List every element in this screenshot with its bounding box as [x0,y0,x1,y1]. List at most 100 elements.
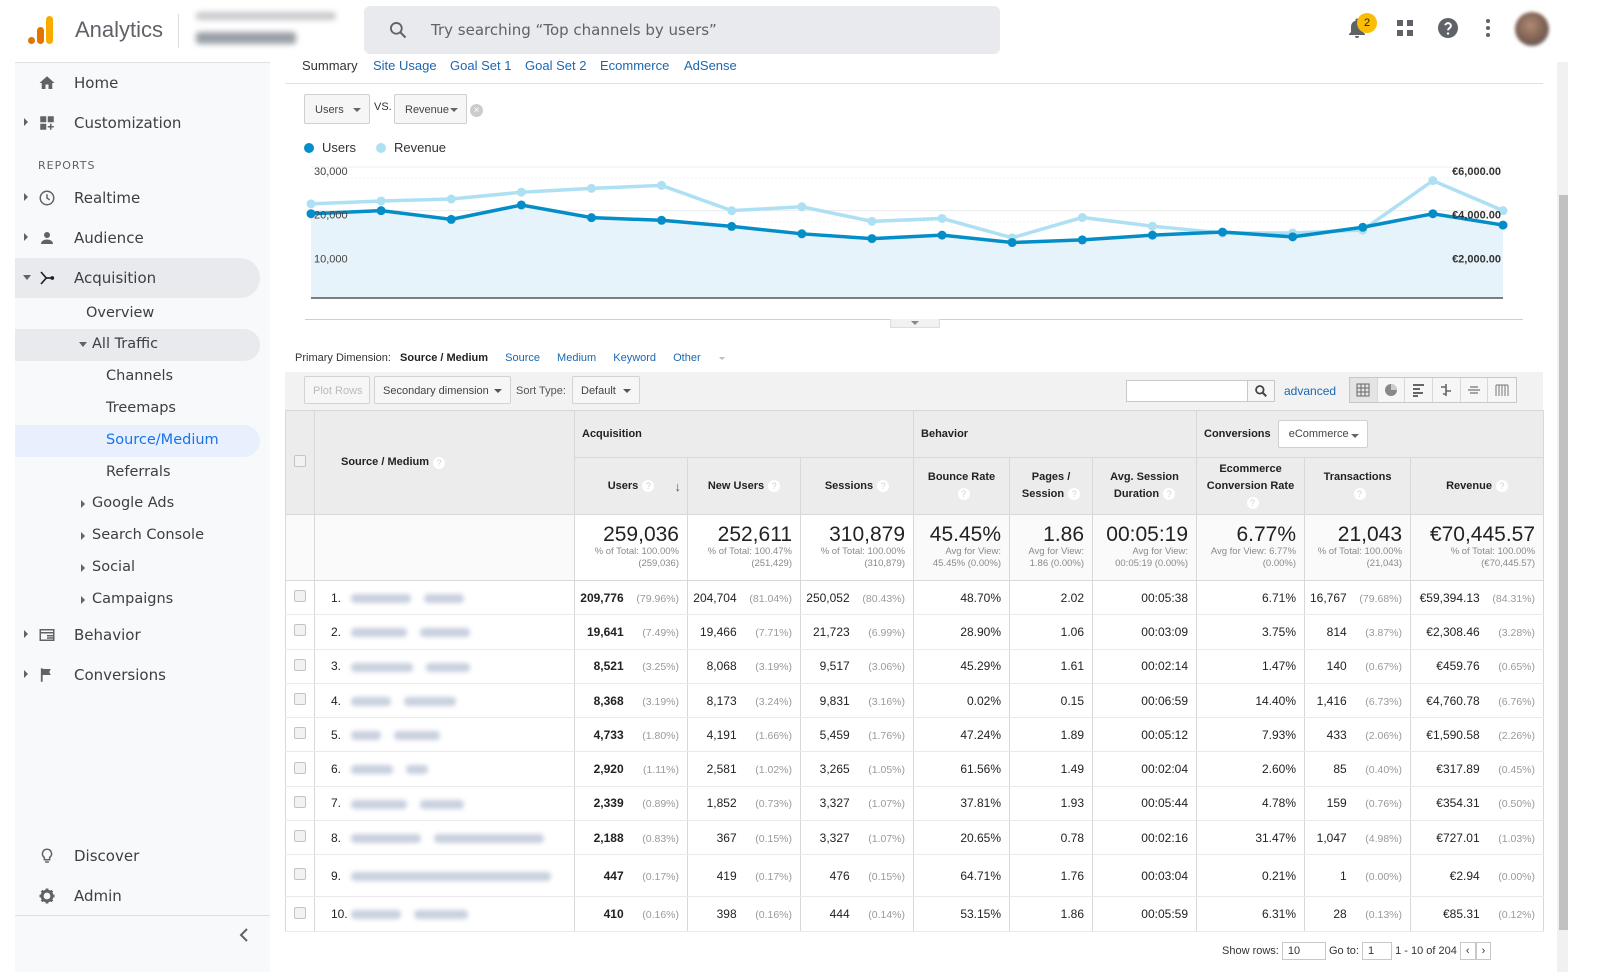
performance-view-button[interactable] [1405,378,1434,402]
column-header-users[interactable]: Users? ↓ [574,457,688,515]
help-icon[interactable]: ? [642,479,655,492]
tab-site-usage[interactable]: Site Usage [373,58,437,73]
sidebar-item-customization[interactable]: Customization [15,103,260,143]
row-checkbox[interactable] [294,658,306,671]
table-row[interactable]: 5. 4,733 (1.80%) 4,191 (1.66%) 5,459 (1.76… [285,717,1545,753]
row-checkbox[interactable] [294,727,306,740]
primary-metric-dropdown[interactable]: Users [304,94,370,124]
row-checkbox[interactable] [294,868,306,881]
help-icon[interactable]: ? [1353,488,1366,501]
sort-descending-icon[interactable]: ↓ [675,478,682,495]
apps-grid-icon[interactable] [1393,16,1417,40]
table-row[interactable]: 8. 2,188 (0.83%) 367 (0.15%) 3,327 (1.07%)… [285,820,1545,856]
remove-comparison-icon[interactable]: × [470,104,483,117]
chart-resize-handle[interactable] [890,319,940,328]
sidebar-item-discover[interactable]: Discover [15,836,260,876]
table-row[interactable]: 4. 8,368 (3.19%) 8,173 (3.24%) 9,831 (3.16… [285,683,1545,719]
help-icon[interactable]: ? [877,479,890,492]
tab-summary[interactable]: Summary [302,58,358,73]
user-avatar[interactable] [1515,12,1549,46]
table-row[interactable]: 1. 209,776 (79.96%) 204,704 (81.04%) 250,0… [285,580,1545,616]
column-header-new-users[interactable]: New Users? [687,457,801,515]
pie-view-button[interactable] [1378,378,1406,402]
help-icon[interactable]: ? [1495,479,1508,492]
sidebar-item-search-console[interactable]: Search Console [15,520,260,552]
column-header-ecommerce-conversion-rate[interactable]: Ecommerce Conversion Rate? [1196,457,1306,515]
term-cloud-view-button[interactable] [1461,378,1489,402]
prev-page-button[interactable]: ‹ [1459,942,1476,960]
search-bar[interactable]: Try searching “Top channels by users” [364,6,1000,54]
row-checkbox[interactable] [294,693,306,706]
sidebar-item-realtime[interactable]: Realtime [15,178,260,218]
sidebar-item-google-ads[interactable]: Google Ads [15,488,260,520]
sidebar-item-home[interactable]: Home [15,63,260,103]
comparison-view-button[interactable] [1433,378,1461,402]
table-row[interactable]: 7. 2,339 (0.89%) 1,852 (0.73%) 3,327 (1.07… [285,786,1545,822]
table-filter-input[interactable] [1126,380,1248,402]
help-icon[interactable]: ? [1068,488,1081,501]
column-header-bounce-rate[interactable]: Bounce Rate? [913,457,1011,515]
help-icon[interactable]: ? [957,488,970,501]
sidebar-item-behavior[interactable]: Behavior [15,615,260,655]
source-medium-link[interactable] [350,580,575,616]
row-checkbox[interactable] [294,795,306,808]
table-row[interactable]: 2. 19,641 (7.49%) 19,466 (7.71%) 21,723 (6… [285,614,1545,650]
column-header-avg-session-duration[interactable]: Avg. Session Duration? [1092,457,1198,515]
source-medium-link[interactable] [350,717,575,753]
secondary-dimension-dropdown[interactable]: Secondary dimension [374,376,511,404]
column-header-sessions[interactable]: Sessions? [799,457,915,515]
show-rows-select[interactable]: 10 [1281,942,1326,960]
tab-goal-set-2[interactable]: Goal Set 2 [525,58,586,73]
table-row[interactable]: 9. 447 (0.17%) 419 (0.17%) 476 (0.15%) 64.7… [285,854,1545,898]
goto-page-input[interactable]: 1 [1362,942,1393,960]
source-medium-link[interactable] [350,786,575,822]
select-all-checkbox[interactable] [294,455,306,467]
goal-selector-dropdown[interactable]: eCommerce [1277,420,1368,448]
table-row[interactable]: 6. 2,920 (1.11%) 2,581 (1.02%) 3,265 (1.05… [285,751,1545,787]
help-icon[interactable]: ? [433,456,446,469]
sidebar-item-admin[interactable]: Admin [15,876,260,916]
advanced-filter-link[interactable]: advanced [1284,384,1336,398]
dimension-header[interactable]: Source / Medium? [314,410,575,515]
scrollbar-thumb[interactable] [1559,195,1568,930]
analytics-logo-icon[interactable] [28,16,56,44]
sidebar-item-channels[interactable]: Channels [15,361,260,393]
dimension-other-dropdown[interactable]: Other [673,352,739,364]
source-medium-link[interactable] [350,896,575,932]
pivot-view-button[interactable] [1488,378,1516,402]
source-medium-link[interactable] [350,751,575,787]
table-search-button[interactable] [1247,380,1275,402]
dimension-medium-link[interactable]: Medium [557,352,596,364]
source-medium-link[interactable] [350,614,575,650]
dimension-keyword-link[interactable]: Keyword [613,352,656,364]
search-input[interactable]: Try searching “Top channels by users” [431,21,717,39]
table-row[interactable]: 3. 8,521 (3.25%) 8,068 (3.19%) 9,517 (3.06… [285,649,1545,684]
row-checkbox[interactable] [294,624,306,637]
row-checkbox[interactable] [294,906,306,919]
tab-goal-set-1[interactable]: Goal Set 1 [450,58,511,73]
plot-rows-button[interactable]: Plot Rows [304,376,370,404]
tab-adsense[interactable]: AdSense [684,58,737,73]
sidebar-item-social[interactable]: Social [15,552,260,584]
source-medium-link[interactable] [350,854,575,898]
next-page-button[interactable]: › [1475,942,1492,960]
help-icon[interactable]: ? [768,479,781,492]
help-icon[interactable]: ? [1163,488,1176,501]
sort-type-dropdown[interactable]: Default [572,376,640,404]
column-header-revenue[interactable]: Revenue? [1410,457,1545,515]
more-vert-icon[interactable] [1476,16,1500,40]
row-checkbox[interactable] [294,761,306,774]
data-table-view-button[interactable] [1350,378,1378,402]
sidebar-item-acquisition[interactable]: Acquisition [15,258,260,298]
sidebar-item-referrals[interactable]: Referrals [15,457,260,489]
help-icon[interactable] [1436,16,1460,40]
sidebar-item-conversions[interactable]: Conversions [15,655,260,695]
account-selector[interactable] [190,6,355,54]
row-checkbox[interactable] [294,590,306,603]
source-medium-link[interactable] [350,683,575,719]
sidebar-item-all-traffic[interactable]: All Traffic [15,329,260,361]
source-medium-link[interactable] [350,649,575,684]
row-checkbox[interactable] [294,830,306,843]
sidebar-item-campaigns[interactable]: Campaigns [15,584,260,616]
tab-ecommerce[interactable]: Ecommerce [600,58,669,73]
